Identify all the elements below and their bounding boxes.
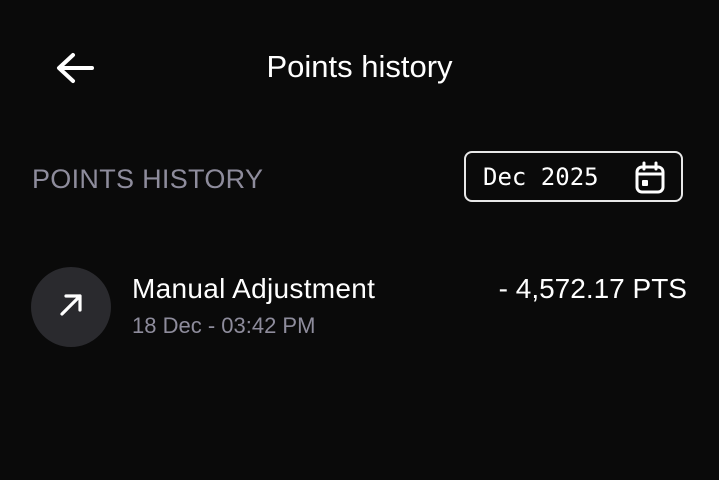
page-title: Points history: [266, 49, 453, 84]
section-label: POINTS HISTORY: [32, 164, 264, 194]
list-item[interactable]: Manual Adjustment 18 Dec - 03:42 PM - 4,…: [28, 264, 692, 348]
arrow-up-right-icon: [56, 290, 86, 325]
points-history-screen: Points history POINTS HISTORY Dec 2025 M…: [0, 0, 719, 480]
month-picker-value: Dec 2025: [483, 163, 599, 191]
transaction-amount: - 4,572.17 PTS: [498, 273, 687, 304]
header: Points history: [0, 0, 719, 136]
transaction-time: 18 Dec - 03:42 PM: [132, 313, 316, 338]
month-picker[interactable]: Dec 2025: [464, 151, 683, 202]
transaction-avatar: [31, 267, 111, 347]
calendar-icon: [634, 161, 666, 194]
transaction-title: Manual Adjustment: [132, 273, 376, 304]
